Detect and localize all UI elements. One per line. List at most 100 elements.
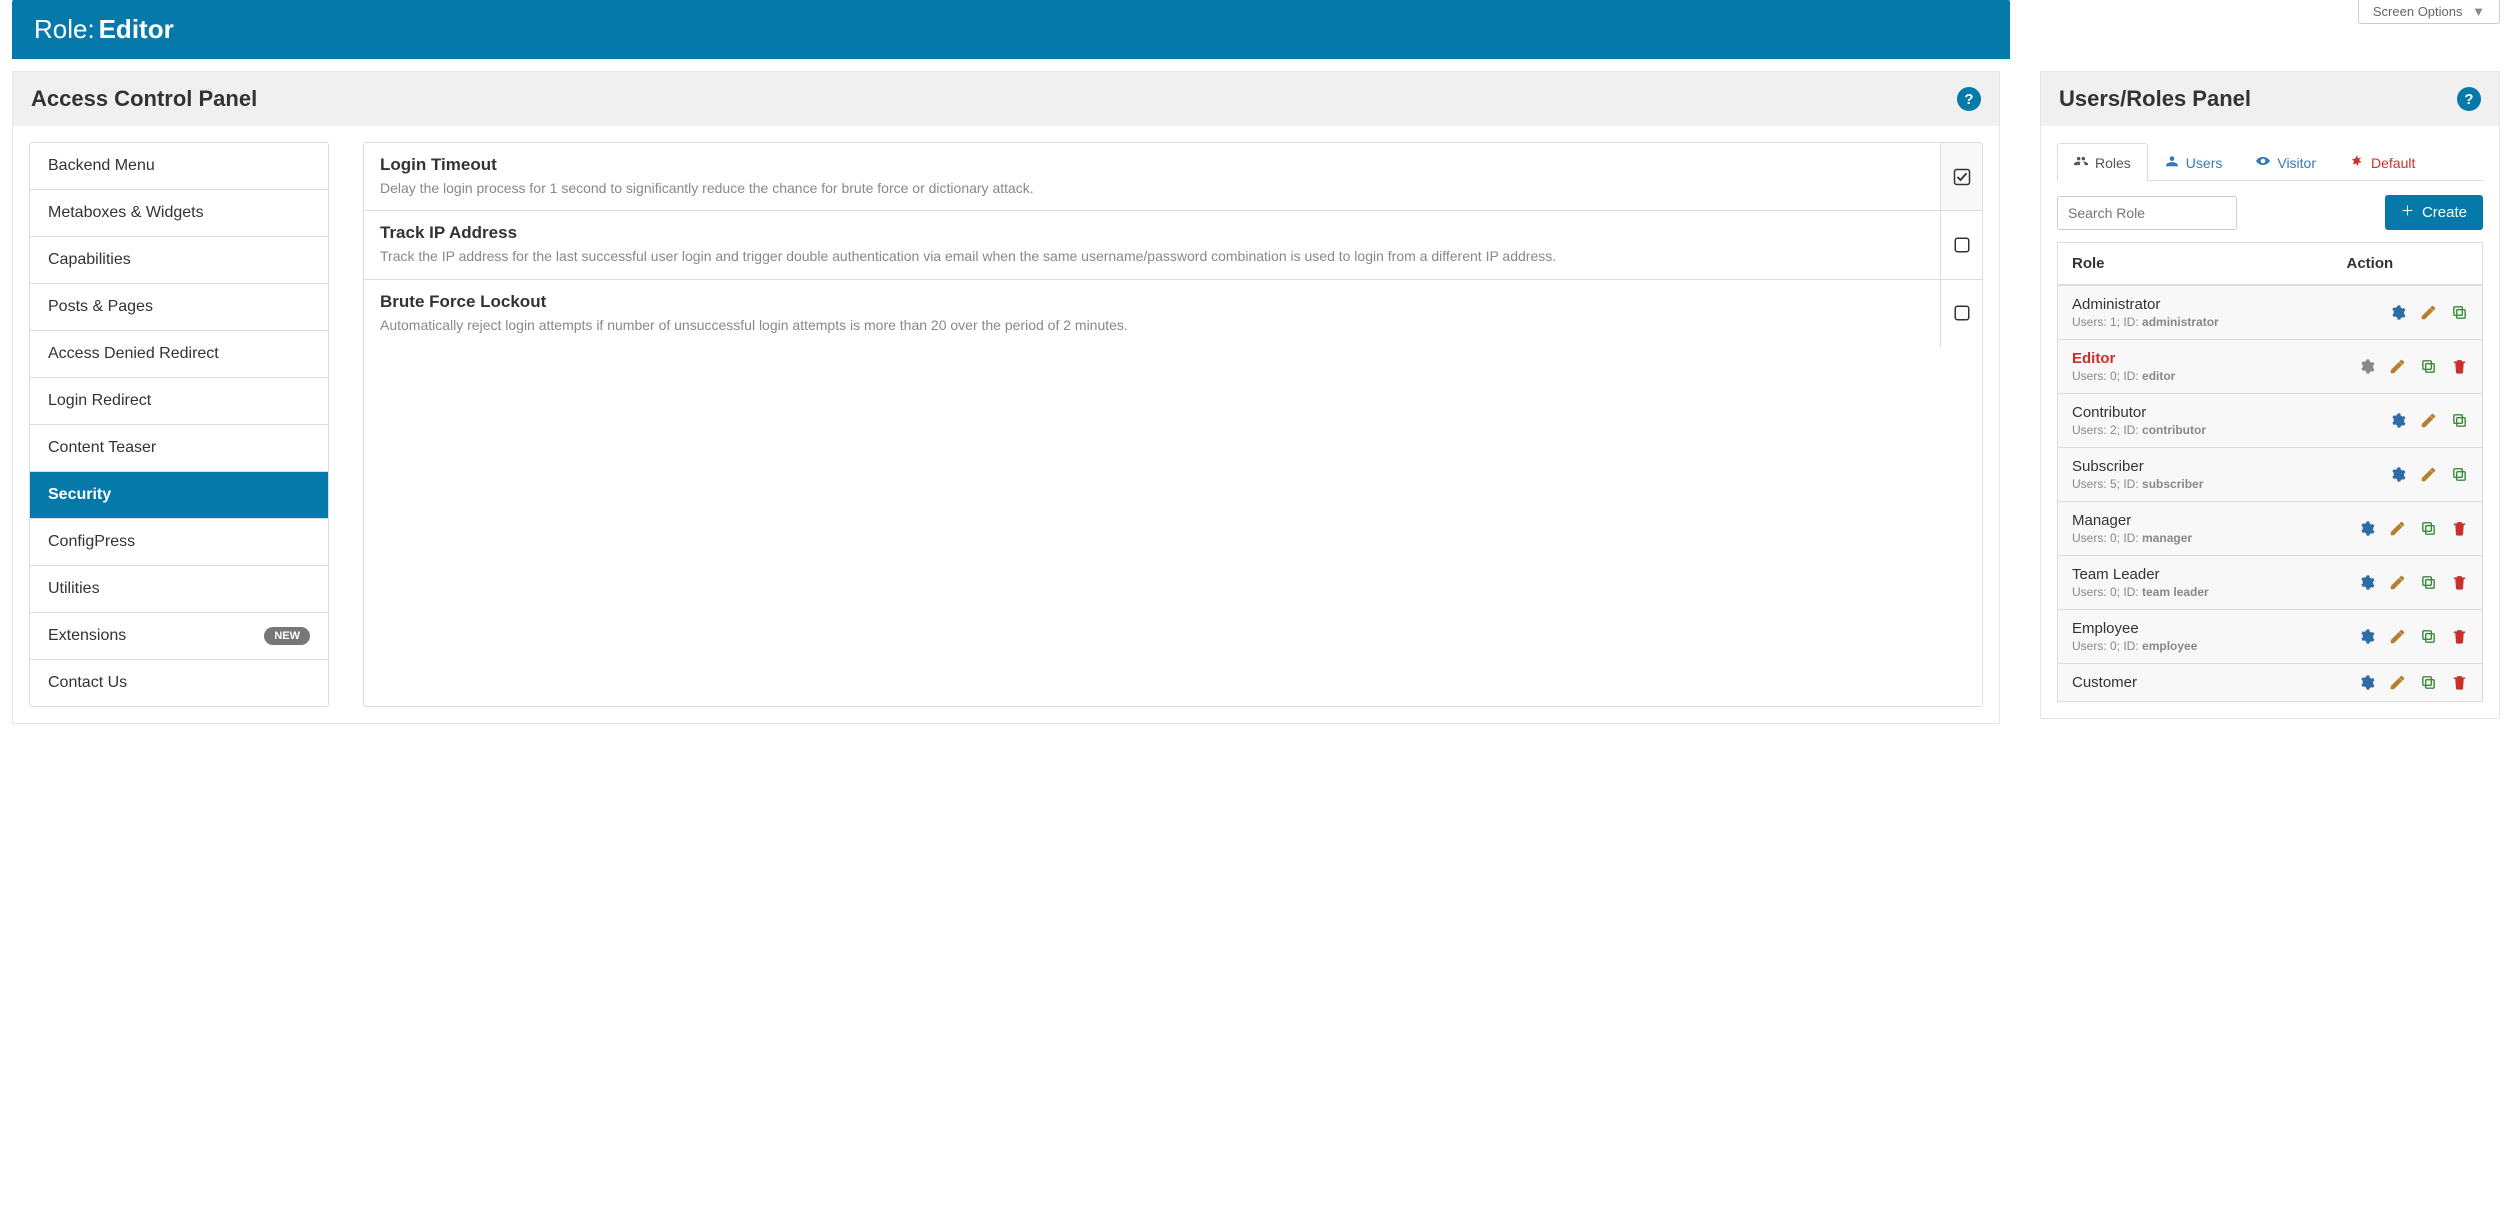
role-name[interactable]: Customer	[2072, 674, 2319, 691]
create-role-button[interactable]: Create	[2385, 195, 2483, 230]
search-role-input[interactable]	[2057, 196, 2237, 230]
role-row: ContributorUsers: 2; ID: contributor	[2058, 394, 2483, 448]
manage-icon[interactable]	[2358, 628, 2375, 645]
clone-icon[interactable]	[2420, 520, 2437, 537]
nav-item-label: Access Denied Redirect	[48, 345, 219, 363]
nav-item-backend-menu[interactable]: Backend Menu	[30, 143, 328, 190]
delete-icon[interactable]	[2451, 674, 2468, 691]
nav-item-label: ConfigPress	[48, 533, 135, 551]
nav-item-metaboxes[interactable]: Metaboxes & Widgets	[30, 190, 328, 237]
nav-item-configpress[interactable]: ConfigPress	[30, 519, 328, 566]
edit-icon[interactable]	[2389, 628, 2406, 645]
users-roles-panel: Users/Roles Panel ? Roles Users Visitor	[2040, 71, 2500, 719]
manage-icon[interactable]	[2389, 304, 2406, 321]
edit-icon[interactable]	[2420, 304, 2437, 321]
nav-item-label: Login Redirect	[48, 392, 151, 410]
setting-login-timeout: Login TimeoutDelay the login process for…	[364, 143, 1982, 211]
setting-checkbox[interactable]	[1940, 280, 1982, 347]
role-meta: Users: 0; ID: employee	[2072, 639, 2319, 653]
tab-roles[interactable]: Roles	[2057, 143, 2148, 181]
edit-icon[interactable]	[2420, 466, 2437, 483]
nav-item-contact[interactable]: Contact Us	[30, 660, 328, 706]
new-badge: NEW	[264, 627, 310, 645]
delete-icon[interactable]	[2451, 628, 2468, 645]
screen-options-label: Screen Options	[2373, 4, 2463, 19]
setting-checkbox[interactable]	[1940, 211, 1982, 278]
tab-users[interactable]: Users	[2148, 143, 2240, 181]
role-meta: Users: 0; ID: manager	[2072, 531, 2319, 545]
delete-icon[interactable]	[2451, 574, 2468, 591]
nav-item-extensions[interactable]: ExtensionsNEW	[30, 613, 328, 660]
delete-icon[interactable]	[2451, 358, 2468, 375]
role-row: Employee Users: 0; ID: employee	[2058, 610, 2483, 664]
role-prefix: Role:	[34, 14, 95, 44]
col-role: Role	[2058, 243, 2333, 286]
clone-icon[interactable]	[2420, 358, 2437, 375]
nav-item-label: Backend Menu	[48, 157, 155, 175]
edit-icon[interactable]	[2389, 674, 2406, 691]
role-name[interactable]: Contributor	[2072, 404, 2319, 421]
clone-icon[interactable]	[2420, 674, 2437, 691]
role-name[interactable]: Team Leader	[2072, 566, 2319, 583]
tab-default[interactable]: Default	[2333, 143, 2432, 181]
tab-roles-label: Roles	[2095, 155, 2131, 171]
role-name[interactable]: Manager	[2072, 512, 2319, 529]
setting-title: Brute Force Lockout	[380, 292, 1924, 312]
clone-icon[interactable]	[2420, 628, 2437, 645]
delete-icon[interactable]	[2451, 520, 2468, 537]
setting-desc: Track the IP address for the last succes…	[380, 246, 1924, 266]
edit-icon[interactable]	[2389, 574, 2406, 591]
urp-tabs: Roles Users Visitor Default	[2057, 142, 2483, 181]
clone-icon[interactable]	[2451, 466, 2468, 483]
urp-title: Users/Roles Panel	[2059, 86, 2251, 112]
role-name: Editor	[99, 14, 174, 44]
nav-item-access-denied[interactable]: Access Denied Redirect	[30, 331, 328, 378]
nav-item-label: Security	[48, 486, 111, 504]
nav-item-login-redirect[interactable]: Login Redirect	[30, 378, 328, 425]
edit-icon[interactable]	[2389, 358, 2406, 375]
checkbox-empty-icon	[1953, 304, 1971, 322]
manage-icon[interactable]	[2358, 674, 2375, 691]
asterisk-icon	[2350, 154, 2364, 171]
nav-item-capabilities[interactable]: Capabilities	[30, 237, 328, 284]
nav-item-content-teaser[interactable]: Content Teaser	[30, 425, 328, 472]
tab-visitor[interactable]: Visitor	[2239, 143, 2333, 181]
acp-title: Access Control Panel	[31, 86, 257, 112]
manage-icon[interactable]	[2358, 574, 2375, 591]
nav-item-label: Posts & Pages	[48, 298, 153, 316]
edit-icon[interactable]	[2389, 520, 2406, 537]
nav-item-label: Contact Us	[48, 674, 127, 692]
role-meta: Users: 0; ID: team leader	[2072, 585, 2319, 599]
role-name[interactable]: Subscriber	[2072, 458, 2319, 475]
tab-default-label: Default	[2371, 155, 2415, 171]
help-icon[interactable]: ?	[2457, 87, 2481, 111]
nav-item-utilities[interactable]: Utilities	[30, 566, 328, 613]
role-actions	[2347, 574, 2469, 591]
role-name[interactable]: Editor	[2072, 350, 2319, 367]
urp-header: Users/Roles Panel ?	[2041, 72, 2499, 126]
manage-icon[interactable]	[2389, 412, 2406, 429]
role-actions	[2347, 520, 2469, 537]
manage-icon[interactable]	[2389, 466, 2406, 483]
role-name[interactable]: Administrator	[2072, 296, 2319, 313]
role-row: Manager Users: 0; ID: manager	[2058, 502, 2483, 556]
create-label: Create	[2422, 204, 2467, 221]
screen-options-button[interactable]: Screen Options ▼	[2358, 0, 2500, 24]
help-icon[interactable]: ?	[1957, 87, 1981, 111]
security-settings: Login TimeoutDelay the login process for…	[363, 142, 1983, 707]
nav-item-security[interactable]: Security	[30, 472, 328, 519]
manage-icon[interactable]	[2358, 358, 2375, 375]
clone-icon[interactable]	[2451, 304, 2468, 321]
manage-icon[interactable]	[2358, 520, 2375, 537]
role-name[interactable]: Employee	[2072, 620, 2319, 637]
role-row: SubscriberUsers: 5; ID: subscriber	[2058, 448, 2483, 502]
clone-icon[interactable]	[2451, 412, 2468, 429]
role-row: Customer	[2058, 664, 2483, 702]
setting-title: Track IP Address	[380, 223, 1924, 243]
nav-item-posts-pages[interactable]: Posts & Pages	[30, 284, 328, 331]
clone-icon[interactable]	[2420, 574, 2437, 591]
edit-icon[interactable]	[2420, 412, 2437, 429]
role-row: EditorUsers: 0; ID: editor	[2058, 340, 2483, 394]
setting-checkbox[interactable]	[1940, 143, 1982, 210]
role-actions	[2347, 358, 2469, 375]
